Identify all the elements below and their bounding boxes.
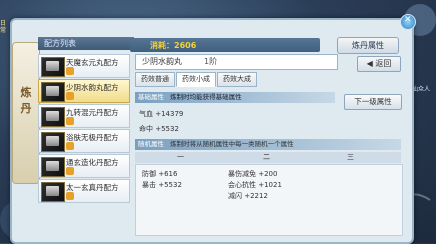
item-title-bar: 少阴水韵丸 1阶 <box>135 54 338 70</box>
recipe-name: 太一玄真丹配方 <box>66 183 119 192</box>
back-button-label: 返回 <box>375 59 392 68</box>
recipe-icon <box>41 57 65 77</box>
recipe-detail-panel: 少阴水韵丸 1阶 ◀ 返回 药效普通 药效小成 药效大成 基础属性 炼制时均能获得基… <box>135 54 407 238</box>
base-attributes-tag: 基础属性 <box>138 93 164 101</box>
next-level-button[interactable]: 下一级属性 <box>344 94 402 110</box>
badge-icon <box>66 92 74 100</box>
badge-icon <box>66 192 74 200</box>
close-icon[interactable] <box>400 14 416 30</box>
random-attributes-grid: 防御 +616 暴击 +5532 暴伤减免 +200 会心抗性 +1021 减闪… <box>135 164 403 236</box>
left-side-label: 日常 <box>0 20 7 34</box>
tab-normal[interactable]: 药效普通 <box>135 72 175 87</box>
badge-icon <box>66 142 74 150</box>
left-side-panel: 日常 <box>0 20 10 80</box>
recipe-list-header: 配方列表 <box>38 37 134 50</box>
random-columns-header: 一 二 三 <box>135 152 401 163</box>
column-two: 二 <box>263 153 270 161</box>
badge-icon <box>66 117 74 125</box>
base-attributes-header: 基础属性 炼制时均能获得基础属性 <box>135 92 335 103</box>
item-level: 1阶 <box>204 57 218 66</box>
recipe-icon <box>41 82 65 102</box>
recipe-item-1[interactable]: 少阴水韵丸配方 <box>38 79 130 103</box>
cost-label: 消耗：2606 <box>150 41 197 50</box>
recipe-item-0[interactable]: 天魔玄元丸配方 <box>38 54 130 78</box>
random-attributes-header: 随机属性 炼制时将从随机属性中每一类随机一个属性 <box>135 139 401 150</box>
random-attributes-desc: 炼制时将从随机属性中每一类随机一个属性 <box>170 140 294 148</box>
col1-stat-defense: 防御 +616 <box>142 170 178 178</box>
tab-major[interactable]: 药效大成 <box>217 72 257 87</box>
col2-stat-crit-resist: 会心抗性 +1021 <box>228 181 282 189</box>
random-attributes-tag: 随机属性 <box>138 140 164 148</box>
tab-minor[interactable]: 药效小成 <box>176 72 216 87</box>
recipe-item-3[interactable]: 浴肤无极丹配方 <box>38 129 130 153</box>
recipe-name: 九转混元丹配方 <box>66 108 119 117</box>
column-one: 一 <box>177 153 184 161</box>
recipe-item-4[interactable]: 通玄造化丹配方 <box>38 154 130 178</box>
recipe-icon <box>41 132 65 152</box>
col2-stat-dodge-reduction: 减闪 +2212 <box>228 192 268 200</box>
recipe-name: 通玄造化丹配方 <box>66 158 119 167</box>
base-stat-hp: 气血 +14379 <box>139 110 184 118</box>
quality-tabs: 药效普通 药效小成 药效大成 <box>135 72 258 87</box>
recipe-name: 浴肤无极丹配方 <box>66 133 119 142</box>
item-name: 少阴水韵丸 <box>142 57 182 66</box>
recipe-item-2[interactable]: 九转混元丹配方 <box>38 104 130 128</box>
base-stat-hit: 命中 +5532 <box>139 125 179 133</box>
refine-attributes-button[interactable]: 炼丹属性 <box>337 37 399 54</box>
back-button[interactable]: ◀ 返回 <box>357 56 401 72</box>
tab-alchemy-label: 炼丹 <box>20 86 32 115</box>
recipe-icon <box>41 107 65 127</box>
column-three: 三 <box>347 153 354 161</box>
col2-stat-critdmg-reduction: 暴伤减免 +200 <box>228 170 278 178</box>
recipe-list: 天魔玄元丸配方 少阴水韵丸配方 九转混元丹配方 浴肤无极丹配方 通玄造化丹配方 … <box>38 54 130 240</box>
badge-icon <box>66 67 74 75</box>
recipe-name: 少阴水韵丸配方 <box>66 83 119 92</box>
recipe-item-5[interactable]: 太一玄真丹配方 <box>38 179 130 203</box>
col1-stat-crit: 暴击 +5532 <box>142 181 182 189</box>
base-attributes-desc: 炼制时均能获得基础属性 <box>170 93 242 101</box>
recipe-icon <box>41 182 65 202</box>
badge-icon <box>66 167 74 175</box>
recipe-icon <box>41 157 65 177</box>
recipe-name: 天魔玄元丸配方 <box>66 58 119 67</box>
tab-alchemy[interactable]: 炼丹 <box>12 42 40 184</box>
